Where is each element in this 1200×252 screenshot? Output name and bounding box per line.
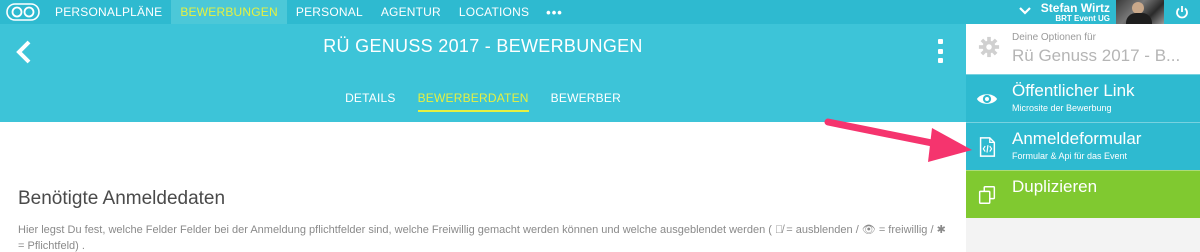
tab-bewerberdaten[interactable]: BEWERBERDATEN (417, 91, 529, 112)
gear-icon (978, 36, 1000, 58)
page-title: RÜ GENUSS 2017 - BEWERBUNGEN (323, 36, 643, 56)
options-subtitle: Deine Optionen für (1012, 32, 1096, 43)
tab-bar: DETAILS BEWERBERDATEN BEWERBER (0, 91, 966, 112)
option-label: Duplizieren (1012, 177, 1098, 196)
page-header: RÜ GENUSS 2017 - BEWERBUNGEN DETAILS BEW… (0, 24, 966, 122)
option-sub: Formular & Api für das Event (1012, 151, 1128, 161)
option-anmeldeformular[interactable]: Anmeldeformular Formular & Api für das E… (966, 122, 1200, 170)
user-company: BRT Event UG (1055, 13, 1110, 23)
kebab-menu-icon[interactable] (934, 39, 946, 63)
annotation-arrow-icon (824, 118, 972, 162)
tab-details[interactable]: DETAILS (345, 91, 396, 112)
nav-agentur[interactable]: AGENTUR (372, 0, 450, 24)
avatar[interactable] (1116, 0, 1164, 24)
options-title: Rü Genuss 2017 - B... (1012, 46, 1181, 65)
nav-personalplaene[interactable]: PERSONALPLÄNE (46, 0, 171, 24)
option-label: Anmeldeformular (1012, 129, 1142, 148)
option-public-link[interactable]: Öffentlicher Link Microsite der Bewerbun… (966, 74, 1200, 122)
duplicate-icon (978, 186, 996, 204)
option-sub: Microsite der Bewerbung (1012, 103, 1112, 113)
nav-bewerbungen[interactable]: BEWERBUNGEN (171, 0, 287, 24)
eye-icon (976, 94, 998, 104)
app-logo[interactable] (0, 0, 46, 24)
section-description: Hier legst Du fest, welche Felder Felder… (18, 224, 946, 252)
user-menu[interactable]: Stefan Wirtz BRT Event UG (1018, 0, 1200, 24)
nav-locations[interactable]: LOCATIONS (450, 0, 538, 24)
tab-bewerber[interactable]: BEWERBER (551, 91, 621, 112)
power-icon[interactable] (1164, 0, 1200, 24)
nav-personal[interactable]: PERSONAL (287, 0, 372, 24)
option-duplicate[interactable]: Duplizieren (966, 170, 1200, 218)
top-nav: PERSONALPLÄNE BEWERBUNGEN PERSONAL AGENT… (0, 0, 1200, 24)
user-name: Stefan Wirtz (1040, 0, 1110, 15)
infinity-logo-icon (6, 3, 40, 21)
user-info: Stefan Wirtz BRT Event UG (1041, 2, 1110, 23)
section-heading: Benötigte Anmeldedaten (18, 188, 226, 209)
more-menu-icon[interactable]: ••• (538, 5, 571, 20)
options-panel-header: Deine Optionen für Rü Genuss 2017 - B... (966, 24, 1200, 74)
option-label: Öffentlicher Link (1012, 81, 1135, 100)
chevron-down-icon[interactable] (1018, 6, 1031, 18)
options-panel: Deine Optionen für Rü Genuss 2017 - B...… (966, 24, 1200, 252)
